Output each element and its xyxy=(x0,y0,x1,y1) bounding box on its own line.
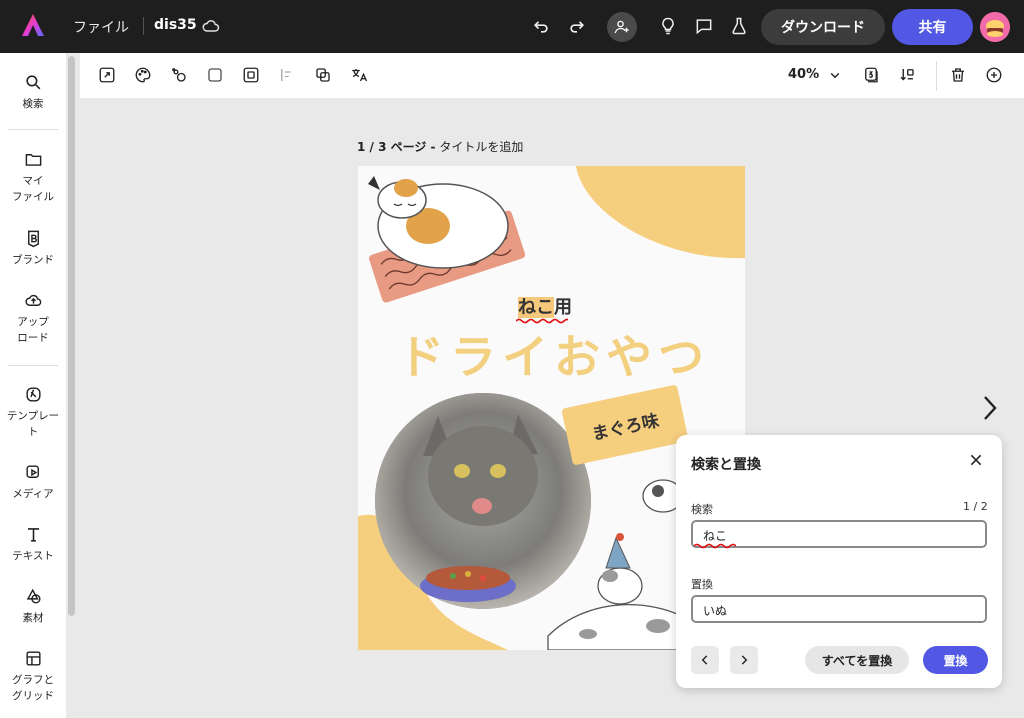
left-sidebar: 検索 マイ ファイル ブランド アップ ロード テンプレー ト メディア テキス… xyxy=(0,53,66,718)
sidebar-item-label: アップ ロード xyxy=(17,316,49,344)
headline-text[interactable]: ドライおやつ xyxy=(398,321,710,387)
file-menu[interactable]: ファイル xyxy=(73,17,129,37)
chevron-down-icon[interactable] xyxy=(825,65,845,85)
add-page-icon[interactable] xyxy=(984,65,1004,85)
sidebar-item-label: テキスト xyxy=(12,550,54,562)
neko-suffix: 用 xyxy=(554,297,572,318)
neko-text[interactable]: ねこ用 xyxy=(518,293,572,319)
sidebar-item-my-files[interactable]: マイ ファイル xyxy=(0,150,66,205)
replace-label: 置換 xyxy=(691,578,713,591)
sidebar-item-label: ブランド xyxy=(12,254,54,266)
search-icon xyxy=(25,75,40,90)
sidebar-item-label: グラフと グリッド xyxy=(12,674,54,702)
document-name[interactable]: dis35 xyxy=(154,17,197,33)
undo-icon[interactable] xyxy=(529,14,553,38)
add-title-link[interactable]: タイトルを追加 xyxy=(439,140,523,154)
flask-icon[interactable] xyxy=(727,14,751,38)
page-counter: 1 / 3 ページ - xyxy=(357,140,436,154)
divider xyxy=(8,129,58,130)
sidebar-item-label: テンプレー ト xyxy=(6,410,60,438)
reorder-icon[interactable] xyxy=(897,65,917,85)
sidebar-item-label: 検索 xyxy=(22,98,44,110)
translate-icon[interactable] xyxy=(349,65,369,85)
sidebar-scrollbar[interactable] xyxy=(68,56,75,616)
zoom-level[interactable]: 40% xyxy=(788,67,819,82)
share-button[interactable]: 共有 xyxy=(892,9,973,45)
search-match-highlight: ねこ xyxy=(518,297,554,318)
animate-icon[interactable] xyxy=(169,65,189,85)
folder-icon xyxy=(25,154,41,166)
lightbulb-icon[interactable] xyxy=(656,14,680,38)
divider xyxy=(936,61,937,91)
text-icon xyxy=(27,528,39,542)
divider xyxy=(143,17,144,35)
elements-icon xyxy=(26,588,41,604)
top-bar: ファイル dis35 ダウンロード 共有 xyxy=(0,0,1024,53)
trash-icon[interactable] xyxy=(948,65,968,85)
next-match-button[interactable] xyxy=(730,646,758,674)
sidebar-item-label: マイ ファイル xyxy=(12,175,54,203)
grid-icon xyxy=(25,651,41,666)
sidebar-item-media[interactable]: メディア xyxy=(0,463,66,502)
download-button[interactable]: ダウンロード xyxy=(761,9,885,45)
upload-icon xyxy=(24,294,41,306)
layers-icon[interactable] xyxy=(313,65,333,85)
divider xyxy=(8,365,58,366)
find-replace-dialog: 検索と置換 検索 1 / 2 ねこ 置換 いぬ すべてを置換 置換 xyxy=(676,435,1002,688)
brand-icon xyxy=(27,230,39,248)
pages-icon[interactable] xyxy=(861,65,881,85)
sidebar-item-search[interactable]: 検索 xyxy=(0,73,66,112)
replace-input[interactable]: いぬ xyxy=(691,595,987,623)
resize-icon[interactable] xyxy=(97,65,117,85)
cloud-icon[interactable] xyxy=(199,14,223,38)
page-label: 1 / 3 ページ - タイトルを追加 xyxy=(357,138,523,155)
redo-icon[interactable] xyxy=(565,14,589,38)
spellcheck-underline xyxy=(694,543,736,549)
avatar[interactable] xyxy=(980,12,1010,42)
sidebar-item-grids[interactable]: グラフと グリッド xyxy=(0,649,66,704)
sidebar-item-label: 素材 xyxy=(22,612,44,624)
chevron-left-icon xyxy=(701,655,708,665)
next-page-arrow-icon[interactable] xyxy=(978,393,1002,423)
dialog-title: 検索と置換 xyxy=(691,457,761,473)
sidebar-item-brand[interactable]: ブランド xyxy=(0,229,66,268)
app-logo-icon[interactable] xyxy=(20,12,46,38)
editor-toolbar: 40% xyxy=(80,53,1024,98)
media-icon xyxy=(25,465,39,478)
invite-user-button[interactable] xyxy=(607,12,637,42)
sidebar-item-upload[interactable]: アップ ロード xyxy=(0,291,66,346)
previous-match-button[interactable] xyxy=(691,646,719,674)
border-icon[interactable] xyxy=(205,65,225,85)
sidebar-item-elements[interactable]: 素材 xyxy=(0,587,66,626)
chevron-right-icon xyxy=(741,655,748,665)
template-icon xyxy=(25,387,41,402)
find-label: 検索 xyxy=(691,503,713,516)
close-icon[interactable] xyxy=(967,451,985,469)
sidebar-item-templates[interactable]: テンプレー ト xyxy=(0,385,66,440)
replace-all-button[interactable]: すべてを置換 xyxy=(805,646,909,674)
sidebar-item-label: メディア xyxy=(12,488,54,500)
align-icon xyxy=(277,65,297,85)
frame-icon[interactable] xyxy=(241,65,261,85)
palette-icon[interactable] xyxy=(133,65,153,85)
replace-button[interactable]: 置換 xyxy=(923,646,988,674)
comment-icon[interactable] xyxy=(692,14,716,38)
sidebar-item-text[interactable]: テキスト xyxy=(0,525,66,564)
add-user-icon xyxy=(614,20,629,34)
flavor-text: まぐろ味 xyxy=(590,410,661,445)
match-count: 1 / 2 xyxy=(963,500,988,513)
